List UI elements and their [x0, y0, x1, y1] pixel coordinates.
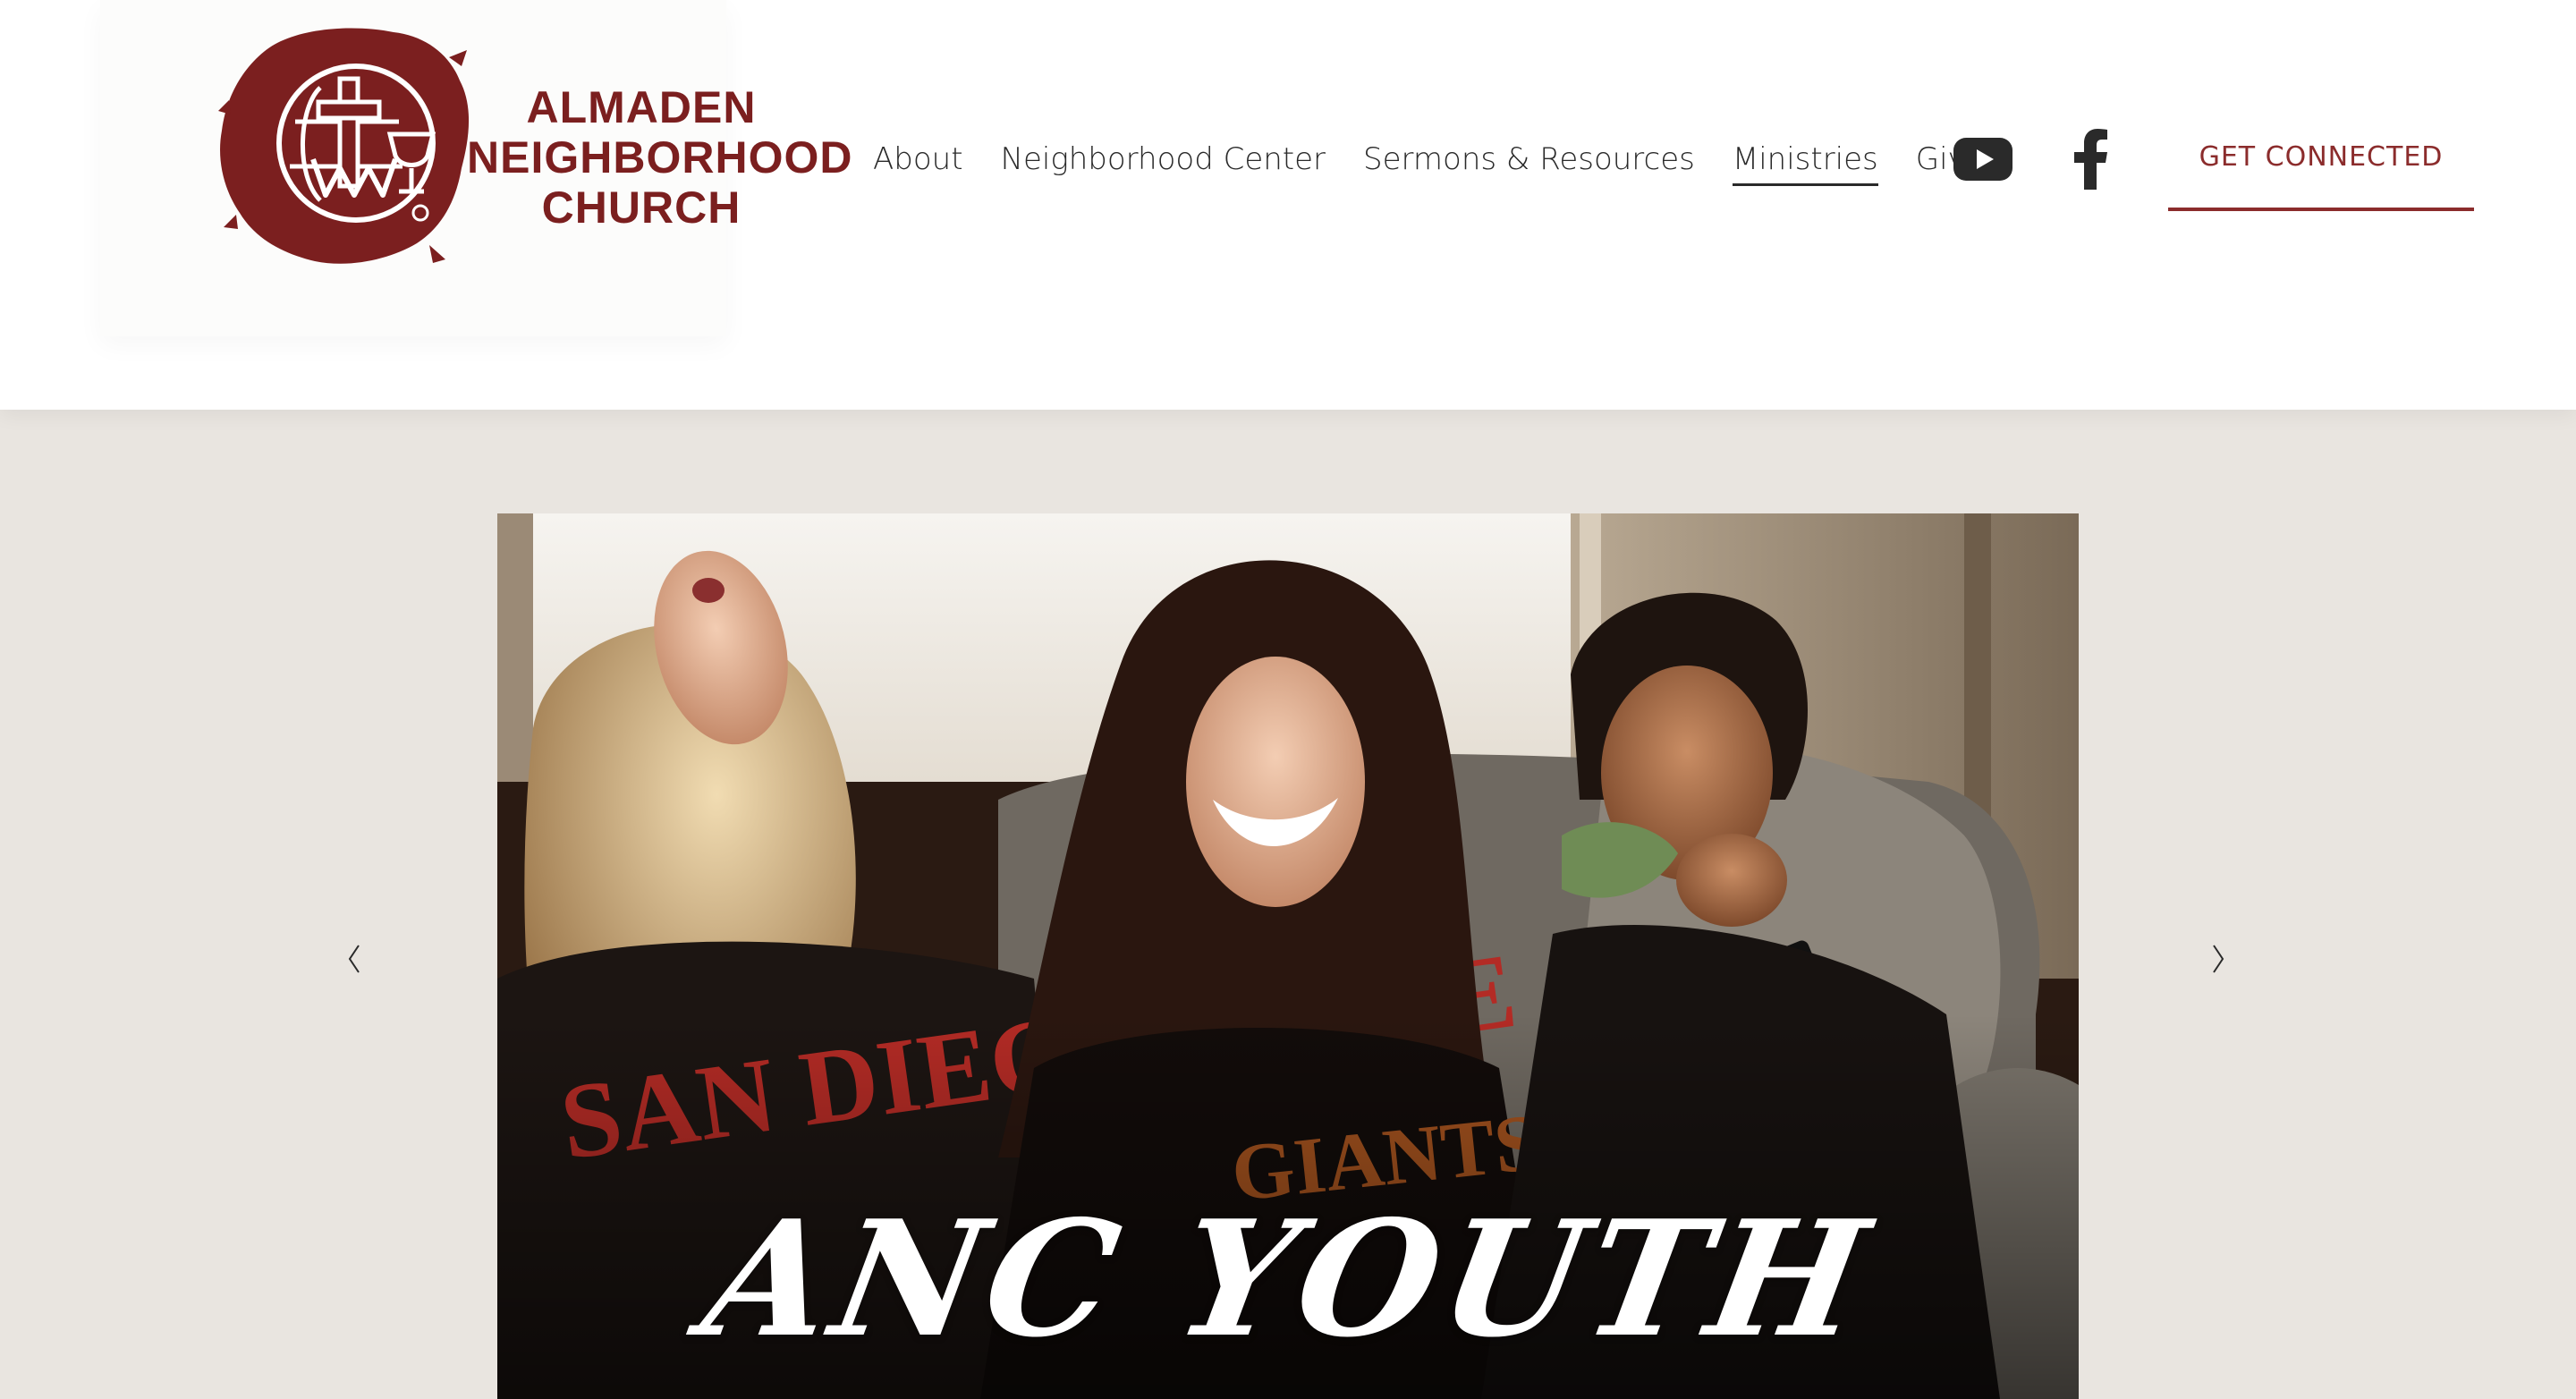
slideshow-image: SAN DIEGO STATE GIANTS ANC YOUTH: [497, 513, 2079, 1399]
chevron-right-icon: [2213, 945, 2224, 973]
brand-name-line: CHURCH: [541, 182, 741, 233]
logo-link[interactable]: ALMADEN NEIGHBORHOOD CHURCH: [100, 0, 852, 336]
youtube-icon: [1953, 138, 2012, 181]
slideshow-prev-button[interactable]: [336, 937, 372, 980]
facebook-link[interactable]: [2072, 129, 2109, 190]
brand-name: ALMADEN NEIGHBORHOOD CHURCH: [467, 82, 853, 233]
nav-item-neighborhood-center[interactable]: Neighborhood Center: [982, 134, 1345, 184]
site-header: ALMADEN NEIGHBORHOOD CHURCH About Neighb…: [0, 0, 2576, 410]
get-connected-label: GET CONNECTED: [2199, 141, 2444, 173]
facebook-icon: [2074, 129, 2107, 190]
main-nav: About Neighborhood Center Sermons & Reso…: [873, 134, 2004, 186]
nav-item-label: Sermons & Resources: [1363, 141, 1695, 177]
nav-item-about[interactable]: About: [873, 134, 982, 184]
get-connected-button[interactable]: GET CONNECTED: [2168, 125, 2474, 211]
brand-name-line: NEIGHBORHOOD: [467, 132, 853, 182]
chevron-left-icon: [348, 945, 360, 973]
nav-item-label: Ministries: [1732, 141, 1878, 177]
brand-name-line: ALMADEN: [526, 82, 757, 132]
page: ALMADEN NEIGHBORHOOD CHURCH About Neighb…: [0, 0, 2576, 1399]
slide-caption: ANC YOUTH: [691, 1185, 1885, 1372]
nav-item-sermons-resources[interactable]: Sermons & Resources: [1344, 134, 1714, 184]
nav-item-ministries[interactable]: Ministries: [1714, 134, 1897, 186]
nav-item-label: Neighborhood Center: [1000, 141, 1326, 177]
church-logo-icon: [218, 28, 470, 264]
active-underline: [1732, 183, 1878, 186]
nav-item-label: About: [873, 141, 963, 177]
youtube-link[interactable]: [1953, 129, 2012, 190]
slideshow-next-button[interactable]: [2200, 937, 2236, 980]
